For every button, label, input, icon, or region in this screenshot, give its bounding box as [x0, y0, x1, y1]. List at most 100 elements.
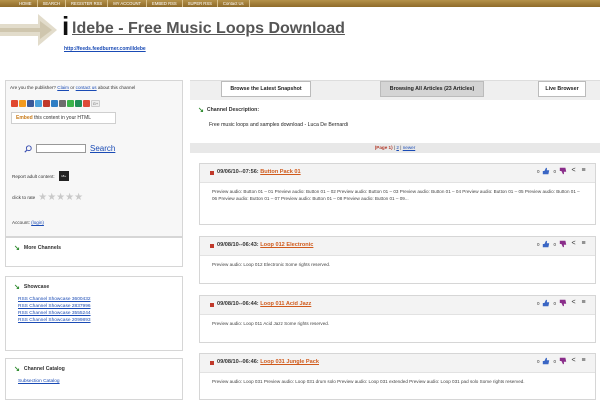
bullet-icon: [210, 303, 214, 307]
nav-contact-us[interactable]: Contact Us: [218, 0, 250, 7]
login-link[interactable]: (login): [31, 220, 44, 225]
bullet-icon: [210, 244, 214, 248]
menu-icon[interactable]: ≡: [580, 240, 587, 248]
menu-icon[interactable]: ≡: [580, 357, 587, 365]
showcase-link[interactable]: RSS Channel Showcase 2837996: [18, 304, 91, 309]
nav-my-account[interactable]: MY ACCOUNT: [108, 0, 148, 7]
page-title[interactable]: i ldebe - Free Music Loops Download: [62, 11, 345, 41]
share-icon[interactable]: [43, 100, 50, 107]
more-channels-header[interactable]: ↘ More Channels: [14, 244, 61, 252]
thumbs-up-icon[interactable]: [542, 299, 550, 307]
share-icon[interactable]: [59, 100, 66, 107]
search-button[interactable]: Search: [90, 144, 115, 153]
thumbs-up-icon[interactable]: [542, 357, 550, 365]
report-adult-label: Report adult content:: [12, 173, 55, 179]
channel-catalog-title: Channel Catalog: [23, 366, 65, 372]
nav-embed-rss[interactable]: EMBED RSS: [147, 0, 183, 7]
share-buttons: G+: [11, 100, 100, 107]
channel-catalog-header: ↘ Channel Catalog: [14, 365, 65, 373]
article-body: Preview audio: Loop 012 Electronic Some …: [212, 262, 331, 267]
share-icon[interactable]: [19, 100, 26, 107]
downvote-count: 0: [553, 300, 556, 306]
article-item: 09/08/10--06:44: Loop 011 Acid Jazz 0 0 …: [199, 295, 596, 343]
more-channels-box: ↘ More Channels: [5, 237, 183, 267]
newer-link[interactable]: newer: [403, 145, 416, 150]
title-text: ldebe - Free Music Loops Download: [72, 20, 345, 37]
share-icon[interactable]: [51, 100, 58, 107]
share-icon[interactable]: [75, 100, 82, 107]
article-timestamp: 09/06/10--07:56:: [217, 169, 259, 175]
share-icon[interactable]: [35, 100, 42, 107]
rating-stars[interactable]: ★★★★★: [38, 192, 83, 203]
catalog-link[interactable]: Subsection Catalog: [18, 379, 60, 384]
arrow-icon: ↘: [198, 107, 204, 114]
tab-latest-snapshot[interactable]: Browse the Latest Snapshot: [221, 81, 311, 97]
contact-us-link[interactable]: contact us: [76, 85, 97, 90]
article-stamp-line: 09/08/10--06:46: Loop 031 Jungle Pack: [217, 359, 319, 365]
tab-live-browser[interactable]: Live Browser: [538, 81, 586, 97]
page-2-link[interactable]: 2: [396, 145, 399, 150]
article-title-link[interactable]: Loop 012 Electronic: [260, 242, 313, 248]
thumbs-down-icon[interactable]: [559, 240, 567, 248]
thumbs-down-icon[interactable]: [559, 357, 567, 365]
claim-link[interactable]: Claim: [57, 85, 69, 90]
share-icon[interactable]: <: [570, 167, 577, 175]
downvote-count: 0: [553, 241, 556, 247]
catalog-links: Subsection Catalog: [18, 379, 60, 384]
nav-super-rss[interactable]: SUPER RSS: [183, 0, 218, 7]
article-body: Preview audio: Button 01 – 01 Preview au…: [212, 189, 580, 201]
nav-home[interactable]: HOME: [14, 0, 38, 7]
share-icon[interactable]: [27, 100, 34, 107]
upvote-count: 0: [536, 300, 540, 306]
bullet-icon: [210, 171, 214, 175]
nav-search[interactable]: SEARCH: [38, 0, 67, 7]
article-title-link[interactable]: Button Pack 01: [260, 169, 300, 175]
rate-row: click to rate ★★★★★: [12, 192, 83, 203]
more-channels-title: More Channels: [23, 245, 62, 251]
thumbs-up-icon[interactable]: [542, 240, 550, 248]
thumbs-up-icon[interactable]: [542, 167, 550, 175]
nav-register-rss[interactable]: REGISTER RSS: [66, 0, 109, 7]
showcase-links: RSS Channel Showcase 3600432 RSS Channel…: [18, 297, 91, 323]
search-icon: [24, 144, 32, 153]
search-input[interactable]: [36, 144, 86, 153]
article-item: 09/06/10--07:56: Button Pack 01 0 0 < ≡ …: [199, 163, 596, 225]
report-adult-row: Report adult content: 18+: [12, 171, 69, 181]
arrow-logo-icon: [0, 14, 57, 46]
or-text: or: [70, 85, 75, 90]
search-row: Search: [24, 144, 115, 153]
article-timestamp: 09/08/10--06:44:: [217, 301, 259, 307]
report-adult-button[interactable]: 18+: [58, 171, 69, 181]
share-icon[interactable]: <: [570, 357, 577, 365]
embed-label: Embed: [16, 115, 33, 121]
feed-url-link[interactable]: http://feeds.feedburner.com/ildebe: [64, 46, 146, 52]
menu-icon[interactable]: ≡: [580, 167, 587, 175]
share-icon[interactable]: [67, 100, 74, 107]
menu-icon[interactable]: ≡: [580, 299, 587, 307]
thumbs-down-icon[interactable]: [559, 299, 567, 307]
showcase-link[interactable]: RSS Channel Showcase 3600432: [18, 297, 91, 302]
upvote-count: 0: [536, 168, 540, 174]
showcase-link[interactable]: RSS Channel Showcase 3555244: [18, 311, 91, 316]
article-title-link[interactable]: Loop 031 Jungle Pack: [260, 359, 319, 365]
bullet-icon: [210, 361, 214, 365]
tab-all-articles[interactable]: Browsing All Articles (23 Articles): [380, 81, 484, 97]
arrow-icon: ↘: [14, 245, 20, 252]
channel-description-title: Channel Description:: [206, 107, 260, 113]
share-icon[interactable]: <: [570, 299, 577, 307]
embed-button[interactable]: Embed this content in your HTML: [11, 112, 116, 124]
title-initial: i: [62, 11, 70, 41]
share-icon[interactable]: [11, 100, 18, 107]
showcase-header: ↘ Showcase: [14, 283, 49, 291]
share-icon[interactable]: <: [570, 240, 577, 248]
thumbs-down-icon[interactable]: [559, 167, 567, 175]
article-actions: 0 0 < ≡: [537, 240, 587, 248]
current-page: (Page 1): [374, 145, 393, 150]
top-nav: HOME SEARCH REGISTER RSS MY ACCOUNT EMBE…: [0, 0, 600, 7]
article-header: 09/08/10--06:44: Loop 011 Acid Jazz 0 0 …: [200, 296, 595, 315]
share-icon[interactable]: [83, 100, 90, 107]
article-title-link[interactable]: Loop 011 Acid Jazz: [260, 301, 311, 307]
showcase-link[interactable]: RSS Channel Showcase 2099893: [18, 318, 91, 323]
upvote-count: 0: [536, 241, 540, 247]
more-share-icon[interactable]: G+: [91, 100, 100, 107]
